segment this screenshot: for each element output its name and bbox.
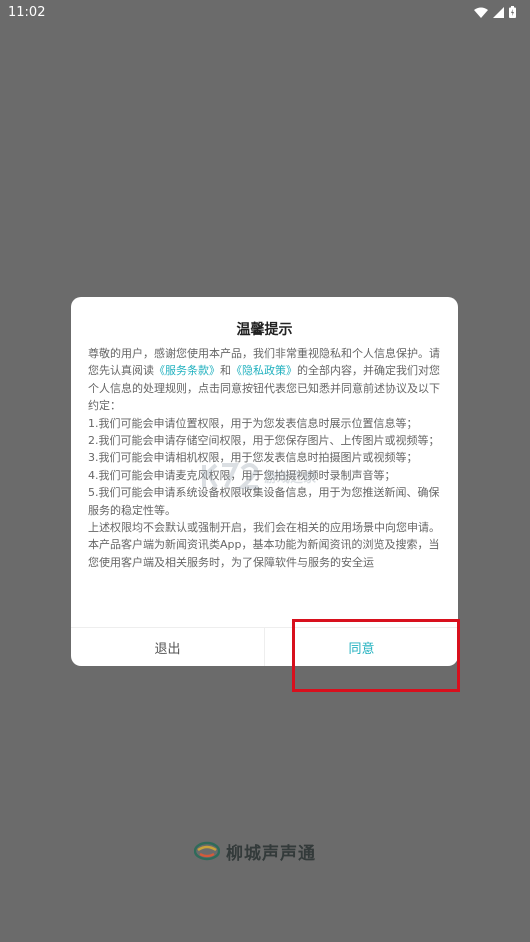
exit-button[interactable]: 退出 — [71, 628, 265, 666]
watermark-logo-icon — [202, 463, 259, 489]
agree-button[interactable]: 同意 — [265, 628, 458, 666]
intro-paragraph: 尊敬的用户，感谢您使用本产品，我们非常重视隐私和个人信息保护。请您先认真阅读《服… — [88, 347, 440, 413]
permission-notice: 上述权限均不会默认或强制开启，我们会在相关的应用场景中向您申请。 — [88, 521, 440, 535]
cellular-signal-icon — [493, 6, 504, 18]
brand: 柳城声声通 — [194, 838, 316, 864]
watermark-text: 游戏之家 — [264, 470, 317, 486]
permission-item-storage: 2.我们可能会申请存储空间权限，用于您保存图片、上传图片或视频等； — [88, 434, 440, 448]
permission-item-location: 1.我们可能会申请位置权限，用于为您发表信息时展示位置信息等； — [88, 416, 418, 430]
brand-logo-icon — [194, 841, 220, 861]
status-icons — [474, 6, 516, 18]
product-description: 本产品客户端为新闻资讯类App，基本功能为新闻资讯的浏览及搜索，当您使用客户端及… — [88, 538, 440, 569]
status-bar: 11:02 — [0, 0, 530, 24]
dialog-footer: 退出 同意 — [71, 627, 458, 666]
terms-link[interactable]: 《服务条款》 — [154, 364, 220, 377]
privacy-policy-link[interactable]: 《隐私政策》 — [231, 364, 297, 377]
status-time: 11:02 — [8, 4, 46, 20]
dialog-title: 温馨提示 — [236, 322, 293, 338]
wifi-icon — [474, 7, 488, 18]
brand-name: 柳城声声通 — [226, 843, 316, 864]
watermark: 游戏之家 — [200, 456, 340, 496]
battery-icon — [509, 6, 516, 18]
